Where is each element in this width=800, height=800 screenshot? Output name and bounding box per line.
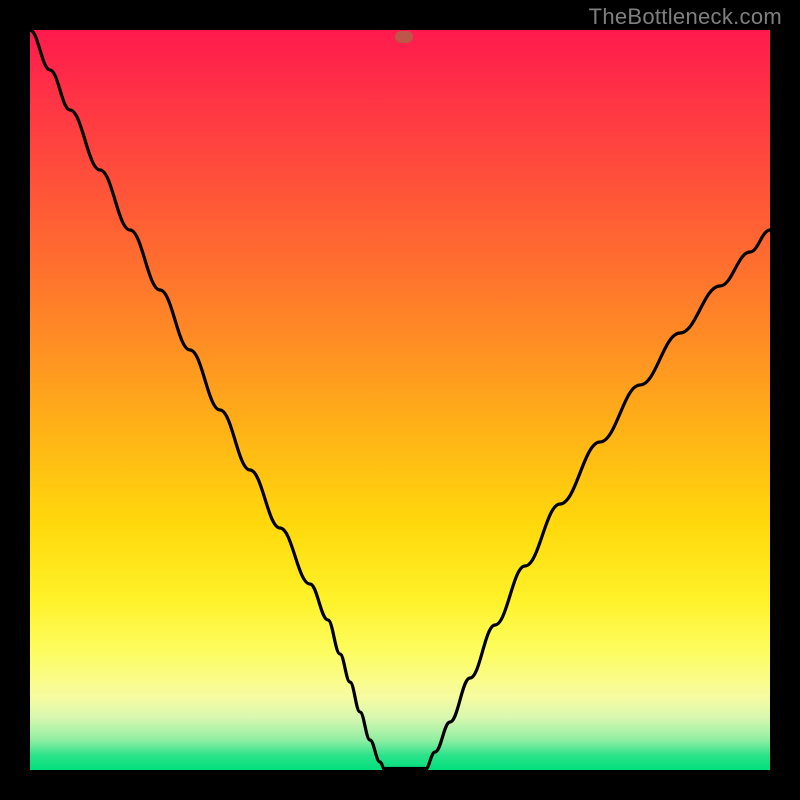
watermark-text: TheBottleneck.com: [589, 4, 782, 30]
bottleneck-curve: [30, 30, 770, 770]
optimal-point-marker: [395, 31, 413, 43]
plot-area: [30, 30, 770, 770]
chart-frame: TheBottleneck.com: [0, 0, 800, 800]
